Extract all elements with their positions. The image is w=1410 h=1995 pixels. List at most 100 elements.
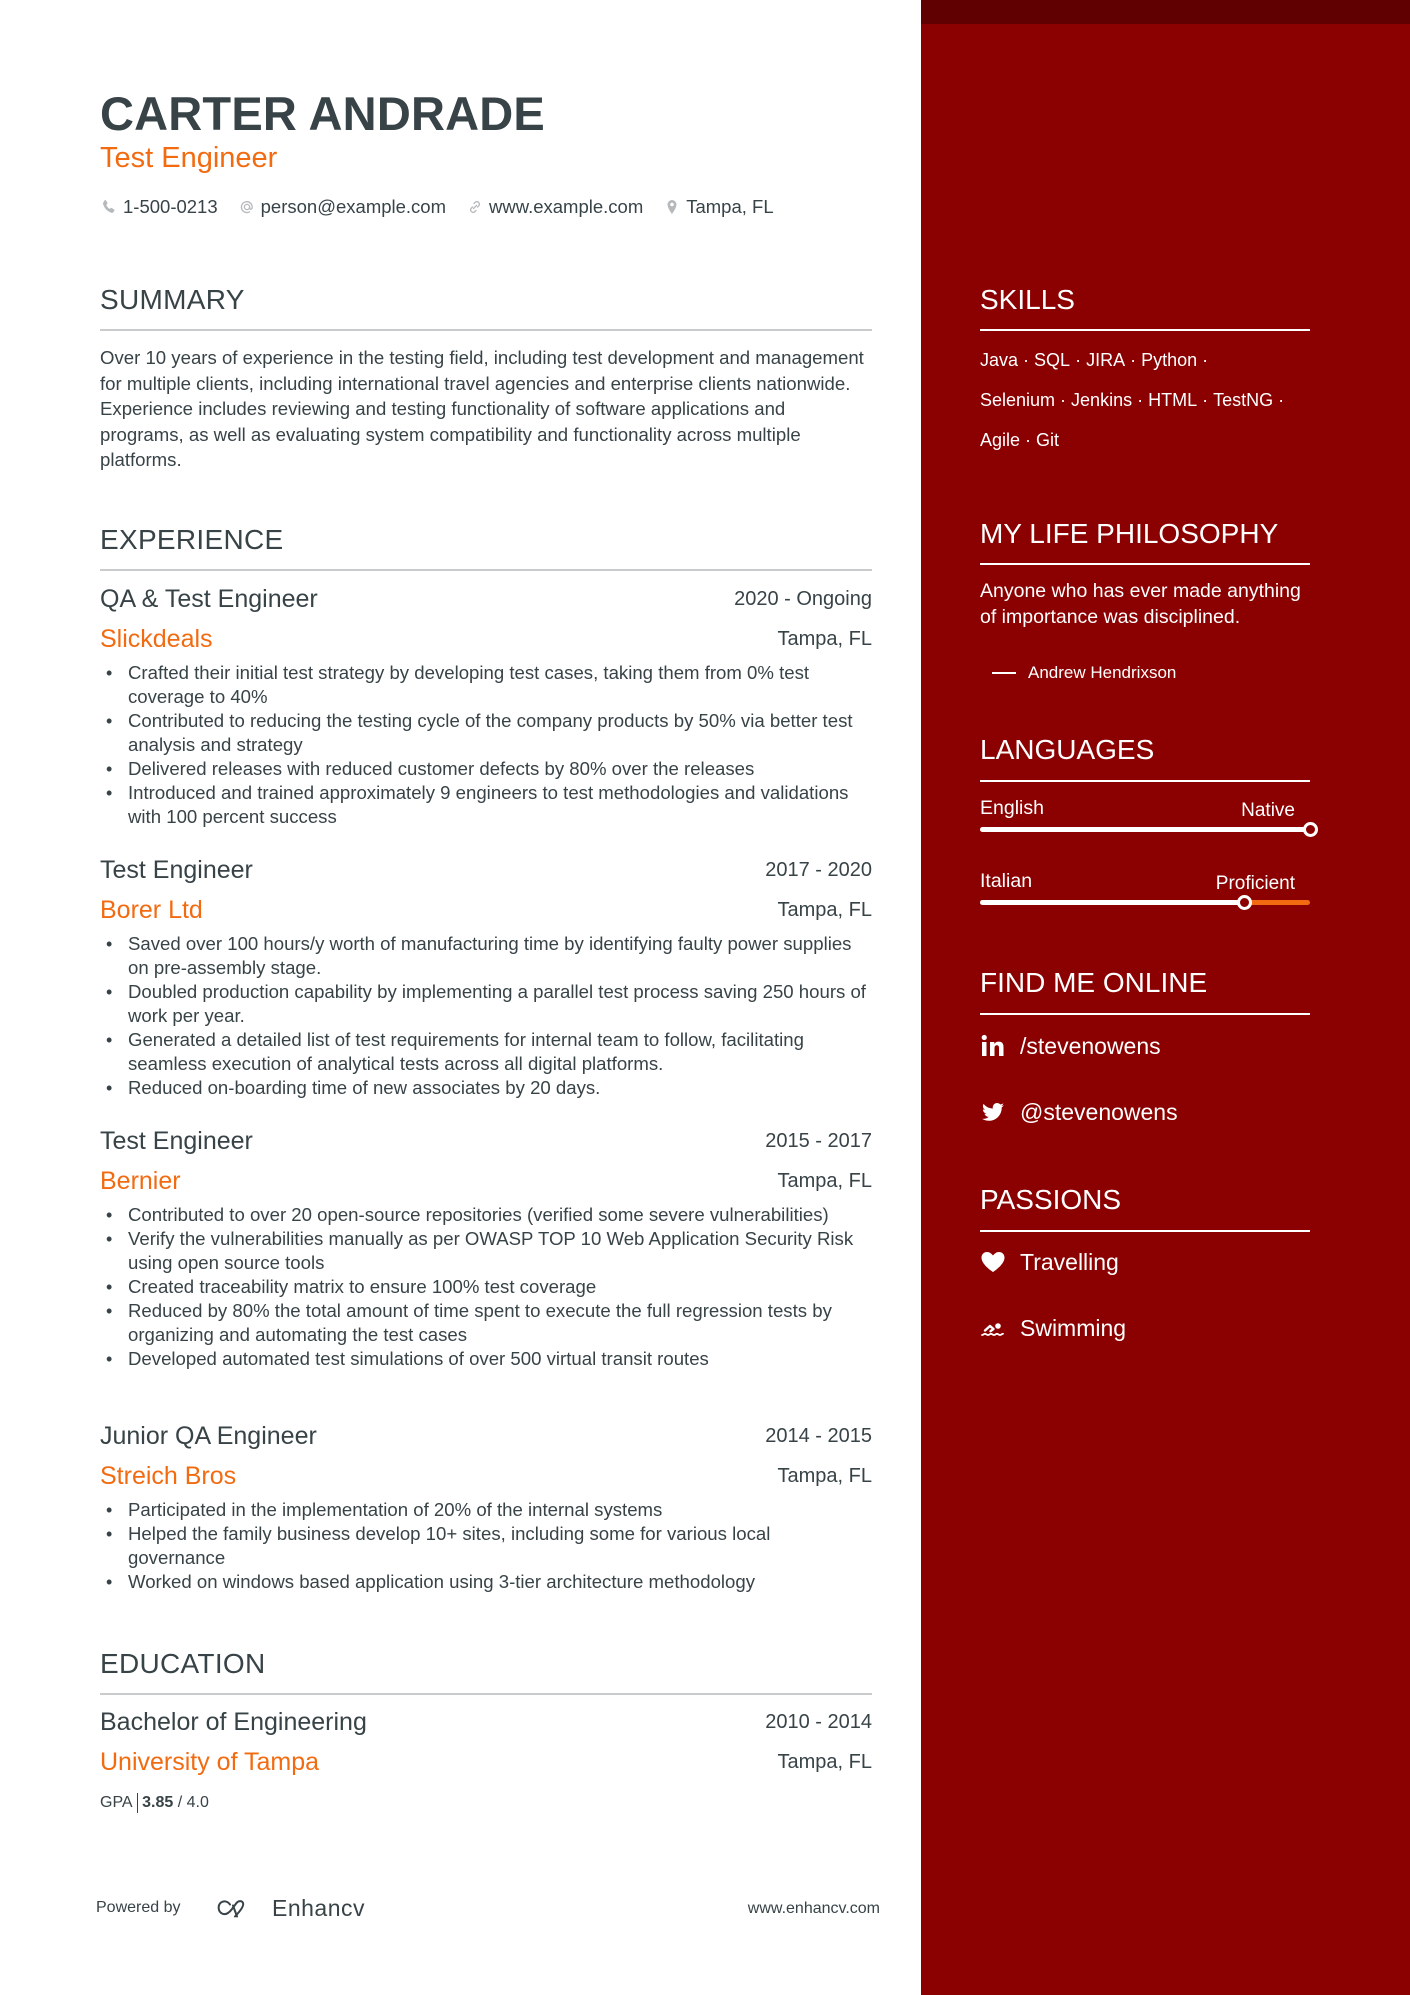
job-bullets: Crafted their initial test strategy by d…: [100, 661, 872, 829]
job-bullet: Saved over 100 hours/y worth of manufact…: [100, 932, 872, 980]
gpa-label: GPA: [100, 1794, 133, 1812]
candidate-name: CARTER ANDRADE: [100, 87, 545, 140]
skill-item: Selenium: [980, 390, 1056, 410]
education-dates: 2010 - 2014: [765, 1711, 872, 1733]
job-bullets: Saved over 100 hours/y worth of manufact…: [100, 932, 872, 1100]
job-dates: 2020 - Ongoing: [734, 588, 872, 610]
skill-item: TestNG: [1213, 390, 1274, 410]
enhancv-logo[interactable]: Enhancv: [214, 1895, 365, 1922]
job-bullet: Generated a detailed list of test requir…: [100, 1028, 872, 1076]
link-icon: [466, 198, 484, 216]
education-heading: EDUCATION: [100, 1648, 266, 1679]
job-bullet: Worked on windows based application usin…: [100, 1570, 872, 1594]
skill-item: Python: [1141, 350, 1198, 370]
education-school: University of Tampa: [100, 1748, 320, 1776]
languages-divider: [980, 780, 1310, 782]
sidebar: SKILLS Java · SQL · JIRA · Python · Selenium · Je…: [921, 0, 1410, 1995]
skill-item: Agile: [980, 430, 1021, 450]
job-bullet: Created traceability matrix to ensure 10…: [100, 1275, 872, 1299]
contact-email-text: person@example.com: [260, 196, 447, 217]
contact-phone-text: 1-500-0213: [123, 196, 218, 217]
passion-label: Swimming: [1020, 1314, 1127, 1341]
skill-item: Java: [980, 350, 1019, 370]
contact-location-text: Tampa, FL: [686, 196, 774, 217]
job-bullet: Contributed to reducing the testing cycl…: [100, 709, 872, 757]
phone-icon: [100, 198, 118, 216]
job-bullet: Participated in the implementation of 20…: [100, 1498, 872, 1522]
quote-dash: [992, 672, 1016, 674]
education-location: Tampa, FL: [777, 1751, 872, 1773]
passions-heading: PASSIONS: [980, 1184, 1122, 1215]
location-pin-icon: [663, 198, 681, 216]
job-entry: Test Engineer 2015 - 2017 Bernier Tampa,…: [100, 1127, 872, 1371]
experience-divider: [100, 569, 872, 571]
skill-item: Git: [1036, 430, 1060, 450]
candidate-title: Test Engineer: [100, 142, 278, 174]
contact-email[interactable]: person@example.com: [238, 196, 446, 218]
job-role: Test Engineer: [100, 1127, 253, 1155]
gpa-separator: [136, 1793, 139, 1813]
job-location: Tampa, FL: [777, 899, 872, 921]
online-twitter[interactable]: @stevenowens: [980, 1098, 1178, 1126]
job-company: Bernier: [100, 1167, 181, 1195]
skill-item: JIRA: [1086, 350, 1126, 370]
linkedin-icon: [980, 1032, 1008, 1060]
job-role: QA & Test Engineer: [100, 585, 318, 613]
skills-divider: [980, 329, 1310, 331]
skills-list: Java · SQL · JIRA · Python · Selenium · Jenkins · H…: [980, 350, 1285, 450]
passion-item: Swimming: [980, 1314, 1126, 1342]
job-bullet: Developed automated test simulations of …: [100, 1347, 872, 1371]
quote-author-name: Andrew Hendrixson: [1028, 663, 1177, 682]
philosophy-quote: Anyone who has ever made anything of imp…: [980, 580, 1301, 628]
online-linkedin[interactable]: /stevenowens: [980, 1032, 1161, 1060]
job-location: Tampa, FL: [777, 1465, 872, 1487]
passions-divider: [980, 1230, 1310, 1232]
heart-icon: [980, 1248, 1008, 1276]
gpa-max: / 4.0: [177, 1794, 209, 1812]
gpa-value: 3.85: [142, 1794, 174, 1812]
job-role: Test Engineer: [100, 856, 253, 884]
summary-divider: [100, 329, 872, 331]
education-entry: Bachelor of Engineering 2010 - 2014 Univ…: [100, 1708, 872, 1788]
language-proficiency-fill: [980, 900, 1244, 905]
job-entry: QA & Test Engineer 2020 - Ongoing Slickd…: [100, 585, 872, 829]
job-bullet: Introduced and trained approximately 9 e…: [100, 781, 872, 829]
language-proficiency-bar: [980, 895, 1310, 910]
online-divider: [980, 1013, 1310, 1015]
job-bullet: Contributed to over 20 open-source repos…: [100, 1203, 872, 1227]
language-name: English: [980, 797, 1044, 819]
skill-item: Jenkins: [1071, 390, 1133, 410]
job-bullet: Crafted their initial test strategy by d…: [100, 661, 872, 709]
summary-text: Over 10 years of experience in the testi…: [100, 347, 864, 470]
job-bullets: Contributed to over 20 open-source repos…: [100, 1203, 872, 1371]
resume-page: CARTER ANDRADE Test Engineer 1-500-0213 …: [0, 0, 1410, 1995]
job-dates: 2015 - 2017: [765, 1130, 872, 1152]
language-item: Italian Proficient: [980, 870, 1310, 930]
contact-phone: 1-500-0213: [100, 196, 218, 218]
job-entry: Test Engineer 2017 - 2020 Borer Ltd Tamp…: [100, 856, 872, 1100]
language-name: Italian: [980, 870, 1033, 892]
language-proficiency-bar: [980, 822, 1318, 837]
skill-item: HTML: [1148, 390, 1198, 410]
philosophy-heading: MY LIFE PHILOSOPHY: [980, 518, 1279, 549]
linkedin-handle: /stevenowens: [1020, 1032, 1161, 1059]
job-bullet: Reduced on-boarding time of new associat…: [100, 1076, 872, 1100]
language-proficiency-handle: [1303, 822, 1318, 837]
job-role: Junior QA Engineer: [100, 1422, 317, 1450]
job-bullet: Helped the family business develop 10+ s…: [100, 1522, 872, 1570]
job-bullet: Reduced by 80% the total amount of time …: [100, 1299, 872, 1347]
quote-author: Andrew Hendrixson: [992, 663, 1176, 683]
contact-bar: 1-500-0213 person@example.com www.exampl…: [100, 196, 794, 218]
language-level: Native: [1241, 800, 1295, 821]
enhancv-logo-icon: [217, 1899, 245, 1917]
enhancv-website[interactable]: www.enhancv.com: [748, 1900, 880, 1918]
online-heading: FIND ME ONLINE: [980, 967, 1208, 998]
summary-heading: SUMMARY: [100, 284, 245, 315]
footer: Powered by Enhancv www.enhancv.com: [96, 1895, 880, 1925]
contact-website[interactable]: www.example.com: [466, 196, 643, 218]
contact-location: Tampa, FL: [663, 196, 774, 218]
language-item: English Native: [980, 797, 1318, 857]
job-entry: Junior QA Engineer 2014 - 2015 Streich B…: [100, 1422, 872, 1594]
skills-heading: SKILLS: [980, 284, 1075, 315]
enhancv-brand: Enhancv: [272, 1895, 366, 1921]
